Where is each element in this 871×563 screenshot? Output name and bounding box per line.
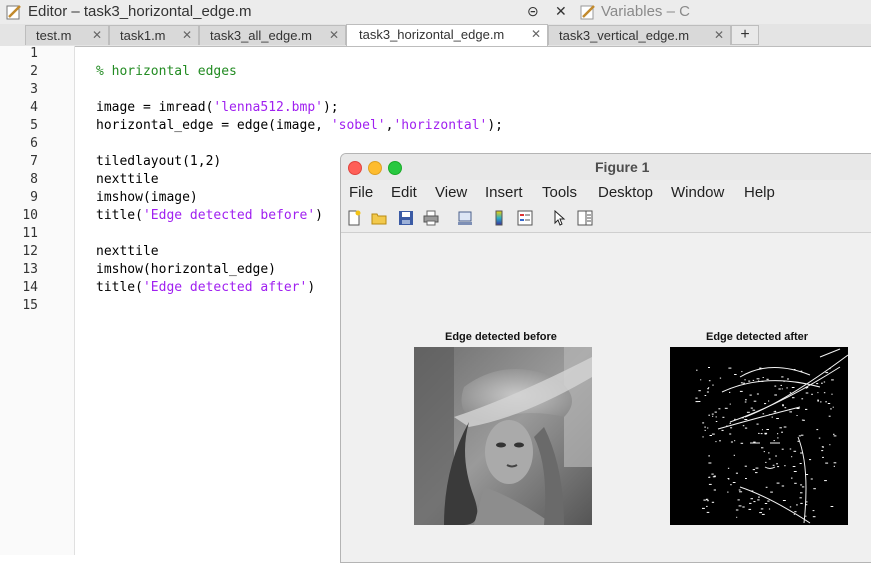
editor-title: Editor – task3_horizontal_edge.m xyxy=(28,3,252,20)
line-number: 15 xyxy=(22,298,38,313)
code-line-2: % horizontal edges xyxy=(96,64,237,79)
insert-legend-icon[interactable] xyxy=(517,210,533,226)
original-image-render xyxy=(414,347,592,525)
figure-title: Figure 1 xyxy=(595,159,650,175)
close-tab-icon[interactable]: ✕ xyxy=(92,28,102,42)
figure-toolbar xyxy=(341,204,871,233)
line-number: 7 xyxy=(30,154,38,169)
figure-title-bar: Figure 1 xyxy=(341,154,871,181)
print-icon[interactable] xyxy=(423,210,439,226)
tab-label: task3_horizontal_edge.m xyxy=(359,27,505,42)
tab-label: task1.m xyxy=(120,28,166,43)
editor-title-bar: Editor – task3_horizontal_edge.m ⊝ ✕ Var… xyxy=(0,0,871,25)
close-tab-icon[interactable]: ✕ xyxy=(182,28,192,42)
line-number: 14 xyxy=(22,280,38,295)
line-number: 4 xyxy=(30,100,38,115)
code-line-8: nexttile xyxy=(96,172,159,187)
axes-left-title: Edge detected before xyxy=(445,331,557,343)
line-number: 11 xyxy=(22,226,38,241)
menu-tools[interactable]: Tools xyxy=(542,184,577,201)
variables-icon xyxy=(580,5,595,20)
code-text: title( xyxy=(96,280,143,295)
tab-label: task3_all_edge.m xyxy=(210,28,312,43)
code-line-12: nexttile xyxy=(96,244,159,259)
code-line-13: imshow(horizontal_edge) xyxy=(96,262,277,277)
menu-file[interactable]: File xyxy=(349,184,373,201)
line-number: 3 xyxy=(30,82,38,97)
save-icon[interactable] xyxy=(398,210,414,226)
insert-colorbar-icon[interactable] xyxy=(491,210,507,226)
line-number: 6 xyxy=(30,136,38,151)
property-inspector-icon[interactable] xyxy=(577,210,593,226)
editor-icon xyxy=(6,5,21,20)
close-editor-icon[interactable]: ✕ xyxy=(555,3,567,20)
line-number: 10 xyxy=(22,208,38,223)
menu-edit[interactable]: Edit xyxy=(391,184,417,201)
editor-tab-bar: test.m ✕ task1.m ✕ task3_all_edge.m ✕ ta… xyxy=(0,24,871,47)
code-text: ); xyxy=(322,100,339,115)
tab-label: task3_vertical_edge.m xyxy=(559,28,690,43)
code-text: ); xyxy=(487,118,504,133)
code-string: 'Edge detected after' xyxy=(142,280,308,295)
code-line-7: tiledlayout(1,2) xyxy=(96,154,222,169)
code-text: ) xyxy=(307,280,316,295)
axes-right-title: Edge detected after xyxy=(706,331,809,343)
code-string: 'sobel' xyxy=(330,118,386,133)
code-text: horizontal_edge = edge(image, xyxy=(96,118,331,133)
code-line-4: image = imread('lenna512.bmp'); xyxy=(96,100,339,115)
close-tab-icon[interactable]: ✕ xyxy=(714,28,724,42)
horizontal-edge-image xyxy=(670,347,848,525)
tab-task1[interactable]: task1.m ✕ xyxy=(109,25,199,45)
close-tab-icon[interactable]: ✕ xyxy=(531,27,541,41)
line-number: 9 xyxy=(30,190,38,205)
code-text: title( xyxy=(96,208,143,223)
line-number: 8 xyxy=(30,172,38,187)
zoom-window-button[interactable] xyxy=(388,161,402,175)
code-text: image = imread( xyxy=(96,100,214,115)
editor-actions-menu-icon[interactable]: ⊝ xyxy=(527,3,539,20)
close-tab-icon[interactable]: ✕ xyxy=(329,28,339,42)
code-line-9: imshow(image) xyxy=(96,190,198,205)
tab-task3-all-edge[interactable]: task3_all_edge.m ✕ xyxy=(199,25,346,45)
edit-plot-cursor-icon[interactable] xyxy=(551,210,567,226)
tab-task3-vertical-edge[interactable]: task3_vertical_edge.m ✕ xyxy=(548,25,731,45)
menu-window[interactable]: Window xyxy=(671,184,724,201)
line-number: 13 xyxy=(22,262,38,277)
edge-image-render xyxy=(670,347,848,525)
line-number: 2 xyxy=(30,64,38,79)
tab-label: test.m xyxy=(36,28,72,43)
code-text: ) xyxy=(315,208,323,223)
code-line-10: title('Edge detected before') xyxy=(96,208,323,223)
menu-insert[interactable]: Insert xyxy=(485,184,523,201)
code-string: 'horizontal' xyxy=(393,118,488,133)
original-lenna-image xyxy=(414,347,592,525)
link-plot-icon[interactable] xyxy=(457,210,473,226)
figure-menu-bar: File Edit View Insert Tools Desktop Wind… xyxy=(341,180,871,204)
code-line-14: title('Edge detected after') xyxy=(96,280,315,295)
menu-desktop[interactable]: Desktop xyxy=(598,184,653,201)
figure-window[interactable]: Figure 1 File Edit View Insert Tools Des… xyxy=(340,153,871,563)
close-window-button[interactable] xyxy=(348,161,362,175)
code-string: 'Edge detected before' xyxy=(142,208,316,223)
add-tab-button[interactable]: + xyxy=(731,25,759,45)
new-figure-icon[interactable] xyxy=(346,210,362,226)
line-number: 5 xyxy=(30,118,38,133)
menu-view[interactable]: View xyxy=(435,184,467,201)
code-string: 'lenna512.bmp' xyxy=(213,100,323,115)
open-file-icon[interactable] xyxy=(371,210,387,226)
line-number: 1 xyxy=(30,46,38,61)
minimize-window-button[interactable] xyxy=(368,161,382,175)
tab-test[interactable]: test.m ✕ xyxy=(25,25,109,45)
variables-panel-title[interactable]: Variables – C xyxy=(601,3,690,20)
menu-help[interactable]: Help xyxy=(744,184,775,201)
tab-task3-horizontal-edge[interactable]: task3_horizontal_edge.m ✕ xyxy=(346,24,548,46)
line-number: 12 xyxy=(22,244,38,259)
code-line-5: horizontal_edge = edge(image, 'sobel','h… xyxy=(96,118,503,133)
